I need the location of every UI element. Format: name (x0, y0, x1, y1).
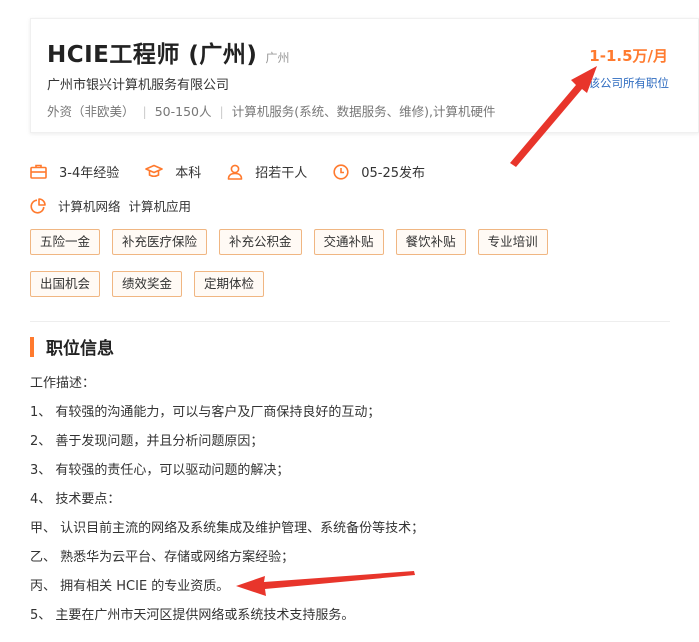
meta-separator: | (219, 104, 224, 119)
section-accent-bar (30, 336, 34, 357)
benefit-tag: 餐饮补贴 (395, 229, 466, 255)
description-line: 4、 技术要点： (30, 492, 121, 507)
posted-date-text: 05-25发布 (361, 166, 426, 181)
description-line: 5、 主要在广州市天河区提供网络或系统技术支持服务。 (30, 608, 355, 623)
pie-chart-icon (30, 197, 46, 214)
benefit-tag: 交通补贴 (313, 229, 384, 255)
all-company-jobs-link[interactable]: 该公司所有职位 (589, 75, 670, 91)
education-item: 本科 (145, 162, 201, 181)
graduation-cap-icon (145, 164, 164, 178)
experience-item: 3-4年经验 (30, 162, 119, 181)
benefit-tag: 补充医疗保险 (112, 229, 208, 255)
description-line: 3、 有较强的责任心，可以驱动问题的解决； (30, 463, 290, 478)
job-category-row: 计算机网络 计算机应用 (30, 196, 191, 215)
benefit-tag: 五险一金 (30, 229, 101, 255)
job-header-card: HCIE工程师 (广州) 广州 广州市银兴计算机服务有限公司 外资（非欧美） | 5… (30, 18, 699, 133)
job-requirements-row: 3-4年经验 本科 招若干人 05-25发布 (30, 162, 451, 181)
job-title: HCIE工程师 (广州) (47, 42, 258, 68)
posted-date-item: 05-25发布 (333, 162, 425, 181)
description-line: 丙、 拥有相关 HCIE 的专业资质。 (30, 579, 230, 594)
benefit-tag: 出国机会 (30, 271, 101, 297)
description-line: 乙、 熟悉华为云平台、存储或网络方案经验； (30, 550, 295, 565)
section-divider (30, 321, 670, 322)
company-type: 外资（非欧美） (47, 104, 135, 119)
section-heading: 职位信息 (30, 334, 114, 359)
headcount-text: 招若干人 (255, 166, 308, 181)
job-category-text: 计算机网络 计算机应用 (58, 199, 191, 214)
description-line: 1、 有较强的沟通能力，可以与客户及厂商保持良好的互动； (30, 405, 381, 420)
person-icon (227, 164, 243, 180)
description-line: 甲、 认识目前主流的网络及系统集成及维护管理、系统备份等技术； (30, 521, 425, 536)
job-title-block: HCIE工程师 (广州) 广州 (47, 35, 289, 69)
company-name[interactable]: 广州市银兴计算机服务有限公司 (47, 74, 229, 93)
education-text: 本科 (175, 166, 202, 181)
job-city: 广州 (265, 51, 290, 65)
clock-icon (333, 163, 349, 180)
job-description: 工作描述： 1、 有较强的沟通能力，可以与客户及厂商保持良好的互动； 2、 善于… (30, 374, 424, 635)
benefit-tag: 补充公积金 (219, 229, 302, 255)
briefcase-icon (30, 164, 47, 179)
description-line: 2、 善于发现问题，并且分析问题原因； (30, 434, 264, 449)
description-line: 工作描述： (30, 376, 96, 391)
meta-separator: | (142, 104, 147, 119)
benefit-tag: 定期体检 (194, 271, 265, 297)
company-meta: 外资（非欧美） | 50-150人 | 计算机服务(系统、数据服务、维修),计算机硬件 (47, 101, 495, 120)
benefit-tag: 专业培训 (477, 229, 548, 255)
company-size: 50-150人 (154, 104, 212, 119)
benefit-tags: 五险一金 补充医疗保险 补充公积金 交通补贴 餐饮补贴 专业培训 出国机会 绩效… (30, 229, 590, 313)
company-industry: 计算机服务(系统、数据服务、维修),计算机硬件 (231, 104, 496, 119)
experience-text: 3-4年经验 (59, 166, 120, 181)
salary: 1-1.5万/月 (589, 47, 668, 65)
benefit-tag: 绩效奖金 (112, 271, 183, 297)
section-title: 职位信息 (46, 339, 114, 359)
headcount-item: 招若干人 (227, 162, 307, 181)
